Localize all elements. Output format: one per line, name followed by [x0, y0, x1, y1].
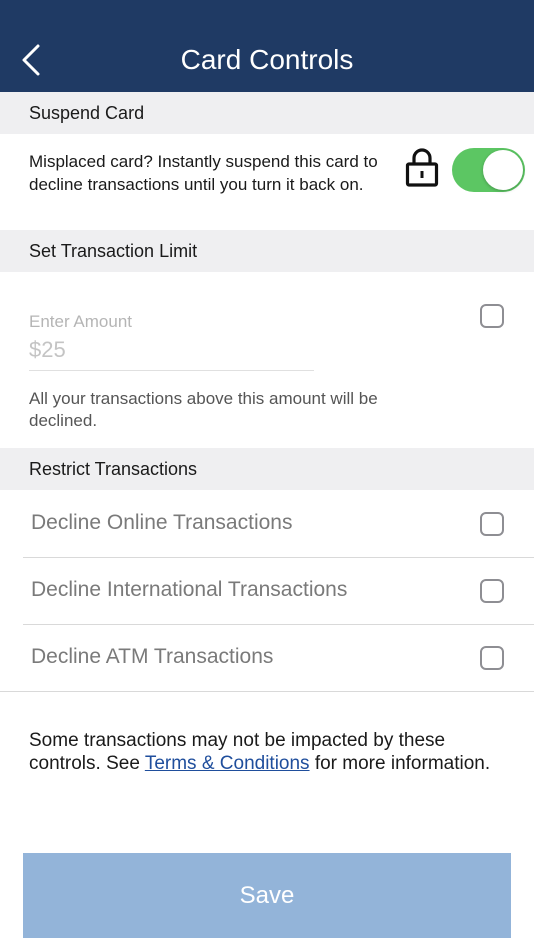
restrict-row-online[interactable]: Decline Online Transactions	[0, 491, 534, 558]
amount-input[interactable]	[29, 330, 314, 371]
restrict-row-atm[interactable]: Decline ATM Transactions	[0, 625, 534, 692]
limit-checkbox[interactable]	[480, 304, 504, 328]
section-header-suspend: Suspend Card	[0, 92, 534, 134]
note-text-after: for more information.	[309, 753, 491, 774]
decline-atm-checkbox[interactable]	[480, 646, 504, 670]
suspend-card-toggle[interactable]	[452, 148, 525, 192]
decline-international-checkbox[interactable]	[480, 579, 504, 603]
restrict-label-atm: Decline ATM Transactions	[31, 645, 274, 668]
decline-online-checkbox[interactable]	[480, 512, 504, 536]
section-header-limit: Set Transaction Limit	[0, 230, 534, 272]
restrict-row-international[interactable]: Decline International Transactions	[0, 558, 534, 625]
suspend-description: Misplaced card? Instantly suspend this c…	[29, 152, 378, 194]
section-header-restrict: Restrict Transactions	[0, 448, 534, 490]
amount-field-label: Enter Amount	[29, 312, 133, 331]
restrict-label-online: Decline Online Transactions	[31, 511, 293, 534]
terms-note: Some transactions may not be impacted by…	[29, 729, 509, 775]
page-title: Card Controls	[180, 44, 354, 75]
app-header: Card Controls	[0, 0, 534, 92]
toggle-knob	[483, 150, 523, 190]
lock-icon	[405, 148, 439, 187]
restrict-label-international: Decline International Transactions	[31, 578, 348, 601]
save-button[interactable]: Save	[23, 853, 511, 938]
divider	[0, 691, 534, 692]
terms-link[interactable]: Terms & Conditions	[145, 753, 310, 774]
limit-helper-text: All your transactions above this amount …	[29, 389, 378, 430]
